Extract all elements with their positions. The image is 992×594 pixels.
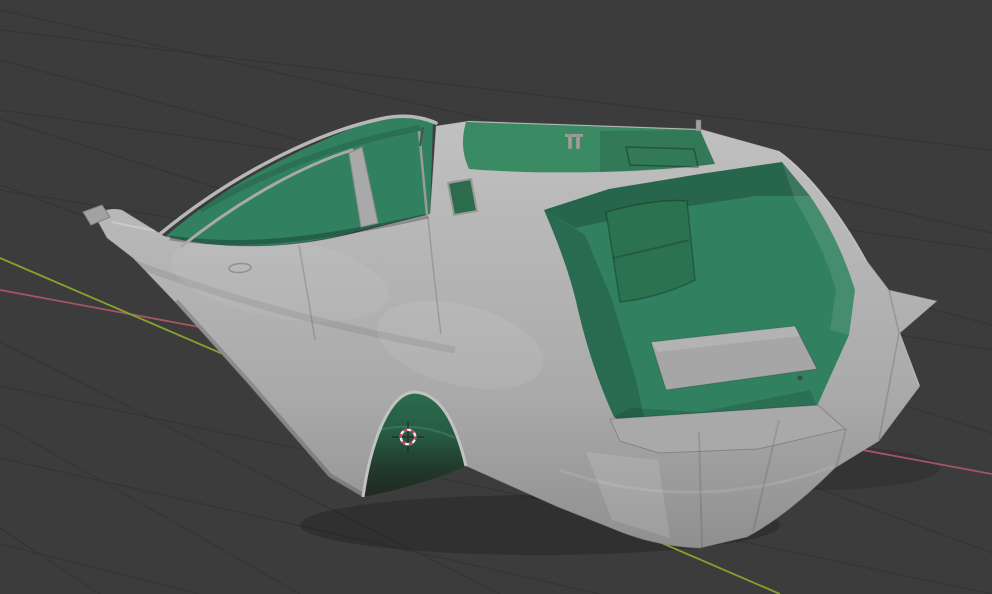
floor-bolt: [797, 375, 803, 381]
seat-back: [605, 199, 696, 303]
roof-hinge: [567, 134, 573, 150]
3d-viewport[interactable]: [0, 0, 992, 594]
roof-hinge: [575, 135, 581, 150]
roof-nub: [695, 119, 702, 132]
viewport-canvas[interactable]: [0, 0, 992, 594]
quarter-window-opening: [446, 177, 479, 217]
roof-hinge-bar: [565, 134, 583, 137]
